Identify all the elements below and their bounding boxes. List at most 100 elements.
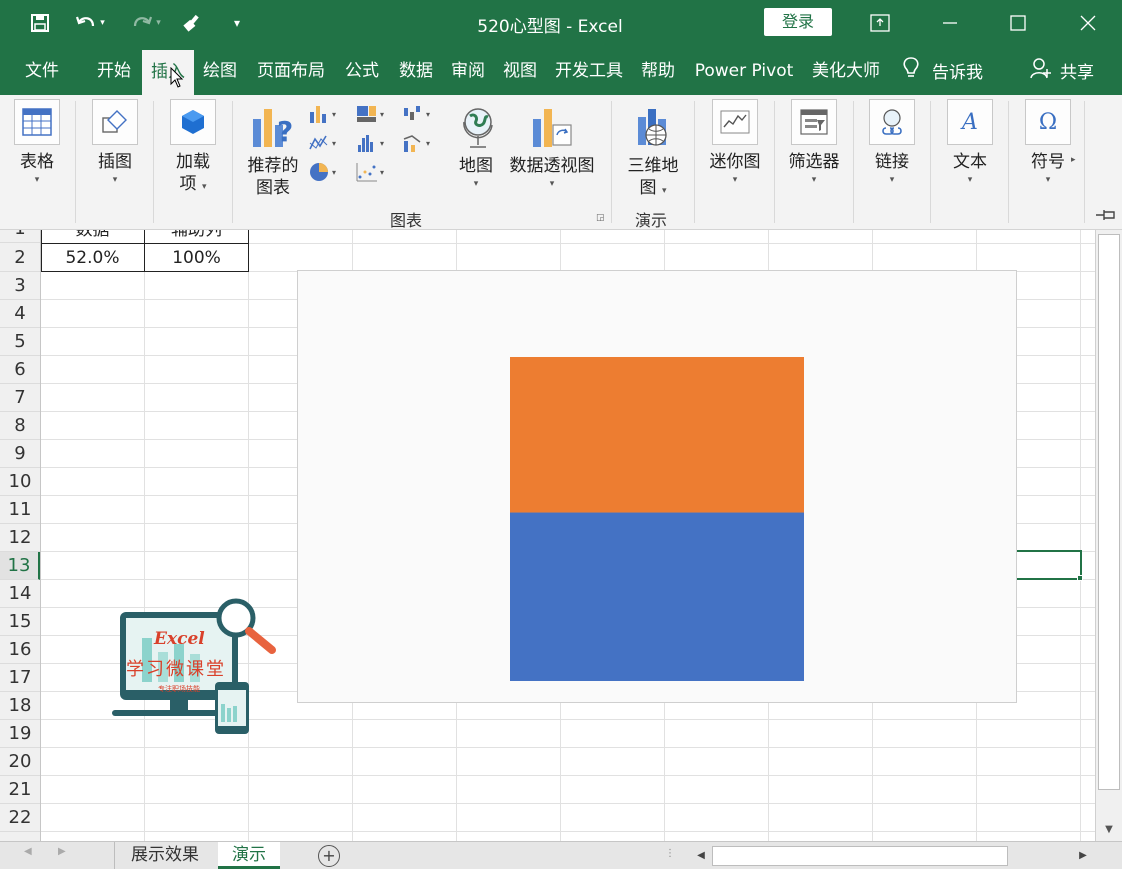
row-header-19[interactable]: 19 bbox=[0, 720, 40, 748]
pivotchart-button[interactable]: 数据透视图 ▾ bbox=[506, 105, 598, 191]
table-button[interactable]: 表格 ▾ bbox=[10, 99, 64, 187]
text-button[interactable]: A 文本 ▾ bbox=[944, 99, 996, 187]
row-header-4[interactable]: 4 bbox=[0, 300, 40, 328]
close-icon[interactable] bbox=[1068, 8, 1108, 38]
tab-page-layout[interactable]: 页面布局 bbox=[250, 46, 332, 95]
ribbon-display-options-icon[interactable] bbox=[860, 8, 900, 38]
scrollbar-thumb[interactable] bbox=[1098, 234, 1120, 790]
filters-button[interactable]: 筛选器 ▾ bbox=[784, 99, 844, 187]
minimize-icon[interactable] bbox=[930, 8, 970, 38]
share-button[interactable]: 共享 bbox=[1030, 46, 1094, 95]
row-header-11[interactable]: 11 bbox=[0, 496, 40, 524]
document-title: 520心型图 - Excel bbox=[477, 17, 623, 37]
fill-handle[interactable] bbox=[1077, 575, 1083, 581]
3d-map-button[interactable]: 三维地 图 ▾ bbox=[622, 105, 684, 202]
cell-b2[interactable]: 100% bbox=[145, 244, 248, 272]
row-header-18[interactable]: 18 bbox=[0, 692, 40, 720]
tab-insert[interactable]: 插入 bbox=[142, 50, 194, 95]
tab-help[interactable]: 帮助 bbox=[634, 46, 682, 95]
undo-icon[interactable]: ▾ bbox=[68, 10, 112, 36]
row-header-14[interactable]: 14 bbox=[0, 580, 40, 608]
scroll-down-icon[interactable]: ▼ bbox=[1096, 820, 1122, 840]
row-header-22[interactable]: 22 bbox=[0, 804, 40, 832]
3d-map-icon bbox=[622, 105, 684, 153]
tab-data[interactable]: 数据 bbox=[392, 46, 440, 95]
tell-me-search[interactable]: 告诉我 bbox=[902, 46, 983, 95]
statistic-chart-icon[interactable]: ▾ bbox=[356, 132, 390, 154]
tab-developer[interactable]: 开发工具 bbox=[548, 46, 630, 95]
person-icon bbox=[1030, 57, 1052, 84]
bar-segment-series-2[interactable] bbox=[510, 357, 804, 513]
symbols-button[interactable]: Ω 符号 ▾ bbox=[1022, 99, 1074, 187]
cell-a2[interactable]: 52.0% bbox=[41, 244, 144, 272]
tab-split-handle[interactable]: ⋮ bbox=[665, 848, 675, 859]
row-header-7[interactable]: 7 bbox=[0, 384, 40, 412]
row-header-6[interactable]: 6 bbox=[0, 356, 40, 384]
horizontal-scrollbar-thumb[interactable] bbox=[712, 846, 1008, 866]
illustrations-button[interactable]: 插图 ▾ bbox=[88, 99, 142, 187]
chart-area[interactable] bbox=[297, 270, 1017, 703]
add-sheet-icon[interactable]: + bbox=[318, 845, 340, 867]
row-header-2[interactable]: 2 bbox=[0, 244, 40, 272]
waterfall-chart-icon[interactable]: ▾ bbox=[402, 103, 436, 125]
ribbon-separator bbox=[75, 101, 76, 223]
pie-chart-icon[interactable]: ▾ bbox=[308, 161, 342, 183]
login-button[interactable]: 登录 bbox=[764, 8, 832, 36]
sheet-scroll-right-icon[interactable]: ▶ bbox=[58, 846, 66, 857]
format-painter-icon[interactable] bbox=[180, 10, 208, 36]
recommended-charts-button[interactable]: ? 推荐的 图表 bbox=[242, 105, 304, 199]
tab-power-pivot[interactable]: Power Pivot bbox=[688, 46, 800, 95]
sheet-tab-demo[interactable]: 演示 bbox=[218, 842, 280, 869]
maximize-icon[interactable] bbox=[998, 8, 1038, 38]
row-header-17[interactable]: 17 bbox=[0, 664, 40, 692]
sheet-scroll-left-icon[interactable]: ◀ bbox=[24, 846, 32, 857]
mouse-cursor-icon bbox=[170, 66, 184, 93]
tab-review[interactable]: 审阅 bbox=[444, 46, 492, 95]
ribbon-separator bbox=[1084, 101, 1085, 223]
row-header-12[interactable]: 12 bbox=[0, 524, 40, 552]
redo-icon[interactable]: ▾ bbox=[124, 10, 168, 36]
tab-draw[interactable]: 绘图 bbox=[196, 46, 244, 95]
row-header-8[interactable]: 8 bbox=[0, 412, 40, 440]
tab-file[interactable]: 文件 bbox=[14, 46, 70, 95]
bar-segment-series-1[interactable] bbox=[510, 512, 804, 681]
links-button[interactable]: 链接 ▾ bbox=[866, 99, 918, 187]
scatter-chart-icon[interactable]: ▾ bbox=[356, 161, 390, 183]
row-header-9[interactable]: 9 bbox=[0, 440, 40, 468]
hscroll-left-icon[interactable]: ◀ bbox=[690, 845, 712, 867]
customize-toolbar-icon[interactable]: ▾ bbox=[228, 10, 246, 36]
save-icon[interactable] bbox=[26, 10, 54, 36]
addins-button[interactable]: 加载 项 ▾ bbox=[166, 99, 220, 198]
row-header-15[interactable]: 15 bbox=[0, 608, 40, 636]
sheet-tab-showcase[interactable]: 展示效果 bbox=[116, 842, 214, 869]
column-chart-icon[interactable]: ▾ bbox=[308, 103, 342, 125]
tab-formulas[interactable]: 公式 bbox=[338, 46, 386, 95]
cell-a1[interactable]: 数据 bbox=[41, 230, 144, 244]
vertical-scrollbar[interactable]: ▼ bbox=[1095, 230, 1122, 841]
cell-b1[interactable]: 辅助列 bbox=[145, 230, 248, 244]
row-header-5[interactable]: 5 bbox=[0, 328, 40, 356]
combo-chart-icon[interactable]: ▾ bbox=[402, 132, 436, 154]
pin-ribbon-icon[interactable] bbox=[1094, 207, 1118, 227]
sparklines-button[interactable]: 迷你图 ▾ bbox=[704, 99, 766, 187]
ribbon-scroll-right-icon[interactable]: ▸ bbox=[1071, 155, 1076, 165]
maps-button[interactable]: 地图 ▾ bbox=[452, 105, 500, 191]
dialog-launcher-icon[interactable]: ◲ bbox=[596, 213, 605, 223]
row-header-16[interactable]: 16 bbox=[0, 636, 40, 664]
tab-beautify-master[interactable]: 美化大师 bbox=[804, 46, 888, 95]
row-header-3[interactable]: 3 bbox=[0, 272, 40, 300]
row-headers: 1 2 3 4 5 6 7 8 9 10 11 12 13 14 15 16 1… bbox=[0, 230, 41, 841]
worksheet-grid[interactable]: 数据 辅助列 52.0% 100% Excel 学习微课堂 专注职场技能 bbox=[0, 230, 1095, 841]
row-header-1[interactable]: 1 bbox=[0, 230, 40, 243]
line-chart-icon[interactable]: ▾ bbox=[308, 132, 342, 154]
tab-view[interactable]: 视图 bbox=[496, 46, 544, 95]
stacked-bar-chart[interactable] bbox=[298, 271, 1016, 702]
hscroll-right-icon[interactable]: ▶ bbox=[1072, 845, 1094, 867]
hierarchy-chart-icon[interactable]: ▾ bbox=[356, 103, 390, 125]
share-label: 共享 bbox=[1060, 63, 1094, 83]
row-header-13[interactable]: 13 bbox=[0, 552, 40, 580]
tab-home[interactable]: 开始 bbox=[86, 46, 142, 95]
row-header-20[interactable]: 20 bbox=[0, 748, 40, 776]
row-header-10[interactable]: 10 bbox=[0, 468, 40, 496]
row-header-21[interactable]: 21 bbox=[0, 776, 40, 804]
